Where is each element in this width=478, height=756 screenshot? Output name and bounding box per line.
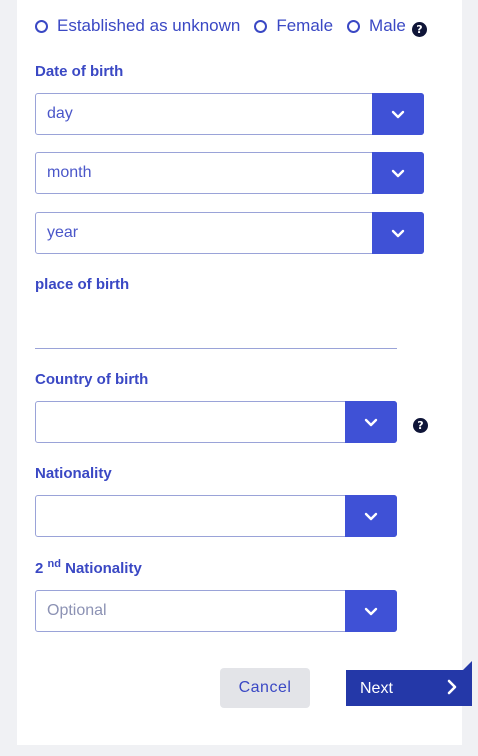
chevron-down-icon <box>391 169 405 177</box>
country-of-birth-label: Country of birth <box>35 371 149 388</box>
month-select[interactable]: month <box>35 152 424 194</box>
nationality-dropdown-button[interactable] <box>345 495 397 537</box>
chevron-down-icon <box>364 512 378 520</box>
month-dropdown-button[interactable] <box>372 152 424 194</box>
day-dropdown-button[interactable] <box>372 93 424 135</box>
cancel-button[interactable]: Cancel <box>220 668 310 708</box>
chevron-down-icon <box>391 229 405 237</box>
second-nationality-placeholder: Optional <box>47 602 107 619</box>
question-circle-icon[interactable]: ? <box>411 21 427 37</box>
nationality-select[interactable] <box>35 495 397 537</box>
gender-radio-group: Established as unknown Female Male ? <box>35 14 427 38</box>
radio-label: Female <box>276 16 334 35</box>
label-superscript: nd <box>47 558 61 570</box>
radio-circle-icon[interactable] <box>254 19 268 33</box>
next-button-label: Next <box>360 680 393 697</box>
country-dropdown-button[interactable] <box>345 401 397 443</box>
button-corner-decoration <box>463 661 472 670</box>
month-select-value: month <box>47 164 92 181</box>
radio-male[interactable]: Male <box>347 16 406 36</box>
second-nationality-select[interactable]: Optional <box>35 590 397 632</box>
radio-female[interactable]: Female <box>254 16 333 36</box>
label-prefix: 2 <box>35 560 44 577</box>
day-select-value: day <box>47 105 73 122</box>
chevron-right-icon <box>447 679 457 695</box>
radio-circle-icon[interactable] <box>35 19 48 33</box>
nationality-label: Nationality <box>35 465 112 482</box>
year-dropdown-button[interactable] <box>372 212 424 254</box>
year-select-value: year <box>47 224 79 241</box>
radio-circle-icon[interactable] <box>347 19 361 33</box>
place-of-birth-input[interactable] <box>35 318 397 349</box>
second-nationality-dropdown-button[interactable] <box>345 590 397 632</box>
date-of-birth-label: Date of birth <box>35 63 124 80</box>
label-suffix: Nationality <box>60 560 142 577</box>
place-of-birth-label: place of birth <box>35 276 130 293</box>
country-of-birth-select[interactable] <box>35 401 397 443</box>
radio-label: Male <box>369 16 406 35</box>
year-select[interactable]: year <box>35 212 424 254</box>
question-circle-icon[interactable]: ? <box>413 418 428 433</box>
chevron-down-icon <box>364 418 378 426</box>
day-select[interactable]: day <box>35 93 424 135</box>
chevron-down-icon <box>364 607 378 615</box>
second-nationality-label: 2 nd Nationality <box>35 558 142 577</box>
chevron-down-icon <box>391 110 405 118</box>
radio-established-unknown[interactable]: Established as unknown <box>35 16 240 36</box>
radio-label: Established as unknown <box>57 16 241 35</box>
next-button[interactable]: Next <box>346 661 472 706</box>
